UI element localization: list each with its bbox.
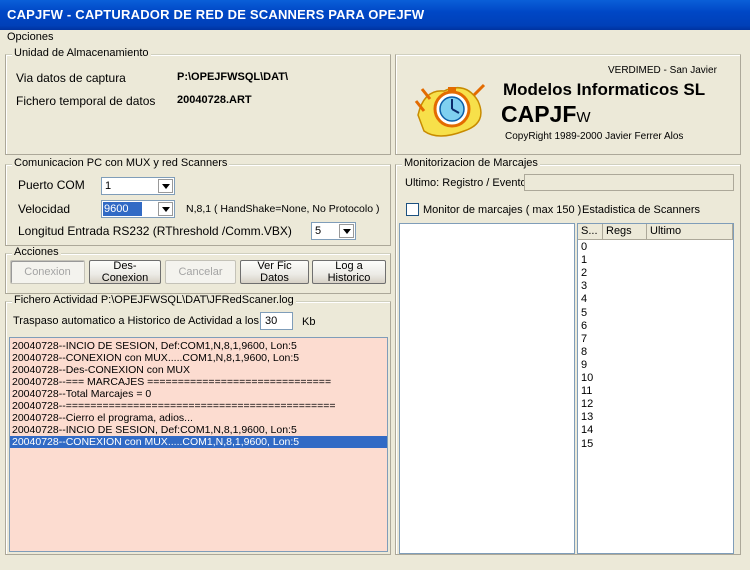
scanner-row[interactable]: 12: [581, 398, 593, 410]
scanner-row[interactable]: 6: [581, 320, 587, 332]
log-line[interactable]: 20040728--==============================…: [10, 400, 387, 412]
stats-label: Estadistica de Scanners: [582, 204, 701, 216]
port-select-value: 1: [105, 180, 112, 192]
scanner-row[interactable]: 9: [581, 359, 587, 371]
monitor-frame-title: Monitorizacion de Marcajes: [402, 157, 540, 169]
activity-log-list[interactable]: 20040728--INCIO DE SESION, Def:COM1,N,8,…: [9, 337, 388, 552]
brand-product: CAPJFW: [501, 101, 591, 128]
scanner-row[interactable]: 10: [581, 372, 593, 384]
scanner-row[interactable]: 13: [581, 411, 593, 423]
log-line[interactable]: 20040728--CONEXION con MUX.....COM1,N,8,…: [10, 436, 387, 448]
scanner-row[interactable]: 4: [581, 293, 587, 305]
rs232-select-value: 5: [315, 225, 322, 237]
capture-path-label: Via datos de captura: [16, 71, 126, 85]
comm-frame-title: Comunicacion PC con MUX y red Scanners: [12, 157, 230, 169]
actions-frame: Acciones Conexion Des-Conexion Cancelar …: [5, 246, 391, 294]
monitor-checkbox[interactable]: [406, 203, 419, 216]
log-line[interactable]: 20040728--CONEXION con MUX.....COM1,N,8,…: [10, 352, 387, 364]
speed-chevron-down-icon[interactable]: [158, 202, 173, 216]
actions-frame-title: Acciones: [12, 246, 61, 258]
speed-select[interactable]: 9600: [101, 200, 175, 218]
scanner-stats-grid[interactable]: S... Regs Ultimo 0 1 2 3 4 5 6 7 8 9 10 11 12 13 14 15: [577, 223, 734, 554]
port-chevron-down-icon[interactable]: [158, 179, 173, 193]
grid-header-regs[interactable]: Regs: [603, 224, 647, 240]
scanner-row[interactable]: 2: [581, 267, 587, 279]
port-select[interactable]: 1: [101, 177, 175, 195]
monitor-frame: Monitorizacion de Marcajes Ultimo: Regis…: [395, 157, 741, 555]
brand-location: VERDIMED - San Javier: [608, 65, 717, 76]
scanner-row[interactable]: 14: [581, 424, 593, 436]
desconexion-button[interactable]: Des-Conexion: [89, 260, 161, 284]
rs232-select[interactable]: 5: [311, 222, 356, 240]
ver-fic-datos-button[interactable]: Ver Fic Datos: [240, 260, 309, 284]
monitor-checkbox-label[interactable]: Monitor de marcajes ( max 150 ): [423, 204, 581, 216]
scanner-row[interactable]: 8: [581, 346, 587, 358]
brand-copyright: CopyRight 1989-2000 Javier Ferrer Alos: [505, 131, 684, 142]
last-event-field: [524, 174, 734, 191]
menu-opciones[interactable]: Opciones: [7, 31, 53, 43]
brand-company: Modelos Informaticos SL: [503, 80, 706, 99]
storage-frame: Unidad de Almacenamiento Via datos de ca…: [5, 47, 391, 155]
log-line[interactable]: 20040728--Total Marcajes = 0: [10, 388, 387, 400]
menu-bar: Opciones: [0, 30, 750, 46]
grid-header-ultimo[interactable]: Ultimo: [647, 224, 733, 240]
window-title: CAPJFW - CAPTURADOR DE RED DE SCANNERS P…: [0, 0, 750, 30]
transfer-input-value: 30: [265, 315, 278, 327]
marcajes-list[interactable]: [399, 223, 575, 554]
log-line[interactable]: 20040728--Des-CONEXION con MUX: [10, 364, 387, 376]
port-label: Puerto COM: [18, 178, 85, 192]
log-line[interactable]: 20040728--INCIO DE SESION, Def:COM1,N,8,…: [10, 340, 387, 352]
speed-select-value: 9600: [103, 202, 143, 216]
grid-header-scanner[interactable]: S...: [578, 224, 603, 240]
scanner-row[interactable]: 11: [581, 385, 592, 397]
activity-frame: Fichero Actividad P:\OPEJFWSQL\DAT\JFRed…: [5, 294, 391, 555]
log-historico-button[interactable]: Log a Historico: [312, 260, 386, 284]
cancelar-button[interactable]: Cancelar: [165, 260, 236, 284]
conexion-button[interactable]: Conexion: [10, 260, 85, 284]
storage-frame-title: Unidad de Almacenamiento: [12, 47, 151, 59]
log-line[interactable]: 20040728--=== MARCAJES =================…: [10, 376, 387, 388]
stopwatch-logo-icon: [414, 83, 486, 137]
scanner-row[interactable]: 1: [581, 254, 587, 266]
transfer-label: Traspaso automatico a Historico de Activ…: [13, 315, 259, 327]
scanner-row[interactable]: 7: [581, 333, 587, 345]
brand-product-main: CAPJF: [501, 101, 577, 127]
log-line[interactable]: 20040728--Cierro el programa, adios...: [10, 412, 387, 424]
temp-file-label: Fichero temporal de datos: [16, 94, 156, 108]
brand-product-suffix: W: [576, 109, 591, 126]
scanner-row[interactable]: 15: [581, 438, 593, 450]
scanner-row[interactable]: 0: [581, 241, 587, 253]
speed-label: Velocidad: [18, 202, 71, 216]
speed-info: N,8,1 ( HandShake=None, No Protocolo ): [186, 203, 380, 215]
log-line[interactable]: 20040728--INCIO DE SESION, Def:COM1,N,8,…: [10, 424, 387, 436]
activity-frame-title: Fichero Actividad P:\OPEJFWSQL\DAT\JFRed…: [12, 294, 296, 306]
brand-panel: VERDIMED - San Javier Modelos Informatic…: [395, 54, 741, 155]
rs232-chevron-down-icon[interactable]: [339, 224, 354, 238]
transfer-input[interactable]: 30: [260, 312, 293, 330]
temp-file-value: 20040728.ART: [177, 94, 252, 106]
scanner-row[interactable]: 5: [581, 307, 587, 319]
rs232-label: Longitud Entrada RS232 (RThreshold /Comm…: [18, 224, 292, 238]
capture-path-value: P:\OPEJFWSQL\DAT\: [177, 71, 289, 83]
transfer-unit: Kb: [302, 316, 316, 328]
scanner-row[interactable]: 3: [581, 280, 587, 292]
last-event-label: Ultimo: Registro / Evento: [405, 177, 527, 189]
comm-frame: Comunicacion PC con MUX y red Scanners P…: [5, 157, 391, 246]
